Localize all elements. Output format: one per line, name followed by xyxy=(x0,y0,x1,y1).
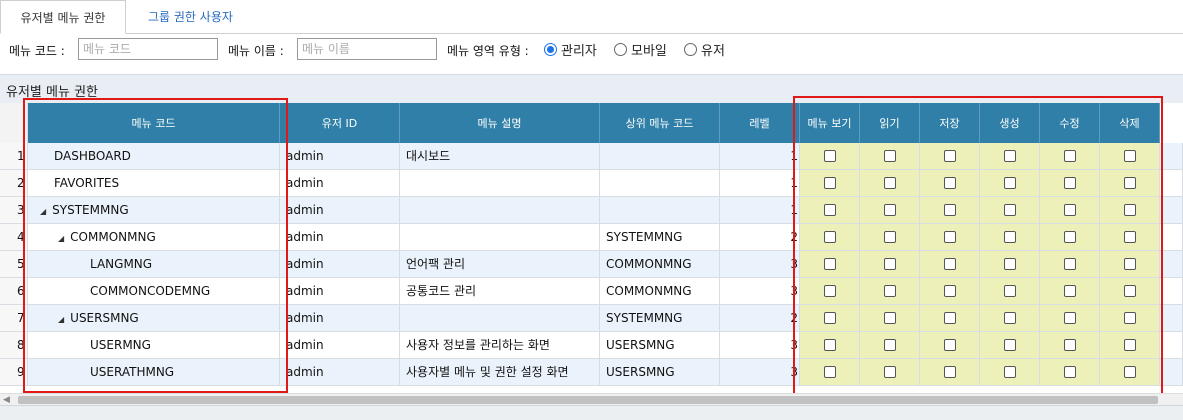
cell-parent-menu-code[interactable]: COMMONMNG xyxy=(600,278,720,305)
cell-level[interactable]: 3 xyxy=(720,278,800,305)
cell-menu-desc[interactable]: 사용자별 메뉴 및 권한 설정 화면 xyxy=(400,359,600,386)
cell-level[interactable]: 1 xyxy=(720,170,800,197)
cell-parent-menu-code[interactable]: USERSMNG xyxy=(600,332,720,359)
cell-menu-desc[interactable]: 사용자 정보를 관리하는 화면 xyxy=(400,332,600,359)
radio-unselected-icon xyxy=(614,42,627,56)
cell-menu-desc[interactable]: 공통코드 관리 xyxy=(400,278,600,305)
menu-area-type-label: 메뉴 영역 유형 : xyxy=(447,44,529,58)
cell-level[interactable]: 2 xyxy=(720,224,800,251)
cell-menu-desc[interactable] xyxy=(400,197,600,224)
cell-parent-menu-code[interactable]: USERSMNG xyxy=(600,359,720,386)
cell-user-id[interactable]: admin xyxy=(280,359,400,386)
filter-bar: 메뉴 코드 : 메뉴 이름 : 메뉴 영역 유형 : 관리자 모바일 유저 xyxy=(0,36,1183,64)
filler-cell xyxy=(1160,305,1183,332)
cell-level[interactable]: 3 xyxy=(720,251,800,278)
radio-mobile-label: 모바일 xyxy=(631,43,667,59)
horizontal-scrollbar[interactable]: ◀ xyxy=(0,393,1183,405)
filler-cell xyxy=(1160,224,1183,251)
cell-parent-menu-code[interactable] xyxy=(600,170,720,197)
menu-code-label: 메뉴 코드 : xyxy=(9,44,65,58)
cell-level[interactable]: 1 xyxy=(720,197,800,224)
cell-level[interactable]: 3 xyxy=(720,332,800,359)
radio-selected-icon xyxy=(544,42,557,56)
radio-mobile[interactable]: 모바일 xyxy=(614,40,667,59)
cell-user-id[interactable]: admin xyxy=(280,251,400,278)
cell-menu-desc[interactable] xyxy=(400,305,600,332)
radio-admin[interactable]: 관리자 xyxy=(544,40,597,59)
cell-parent-menu-code[interactable] xyxy=(600,197,720,224)
radio-admin-label: 관리자 xyxy=(561,43,597,59)
tab-group-permission-users[interactable]: 그룹 권한 사용자 xyxy=(134,0,247,34)
tab-bar: 유저별 메뉴 권한 그룹 권한 사용자 xyxy=(0,0,1183,34)
filler-cell xyxy=(1160,143,1183,170)
scrollbar-thumb[interactable] xyxy=(18,396,1158,404)
filler-cell xyxy=(1160,278,1183,305)
cell-level[interactable]: 2 xyxy=(720,305,800,332)
radio-user-label: 유저 xyxy=(701,43,725,59)
filler-cell xyxy=(1160,197,1183,224)
cell-menu-desc[interactable]: 언어팩 관리 xyxy=(400,251,600,278)
filler-cell xyxy=(1160,251,1183,278)
menu-name-label: 메뉴 이름 : xyxy=(228,44,284,58)
cell-user-id[interactable]: admin xyxy=(280,170,400,197)
cell-user-id[interactable]: admin xyxy=(280,305,400,332)
cell-user-id[interactable]: admin xyxy=(280,332,400,359)
cell-parent-menu-code[interactable]: SYSTEMMNG xyxy=(600,305,720,332)
cell-menu-desc[interactable]: 대시보드 xyxy=(400,143,600,170)
column-header-level[interactable]: 레벨 xyxy=(720,103,800,143)
tab-user-menu-permission[interactable]: 유저별 메뉴 권한 xyxy=(0,0,126,34)
highlight-menu-code-column xyxy=(23,98,288,393)
cell-menu-desc[interactable] xyxy=(400,224,600,251)
filler-cell xyxy=(1160,359,1183,386)
menu-code-input[interactable] xyxy=(78,38,218,60)
user-menu-permission-screen: 유저별 메뉴 권한 그룹 권한 사용자 메뉴 코드 : 메뉴 이름 : 메뉴 영… xyxy=(0,0,1183,420)
cell-user-id[interactable]: admin xyxy=(280,143,400,170)
cell-level[interactable]: 1 xyxy=(720,143,800,170)
radio-unselected-icon xyxy=(684,42,697,56)
radio-user[interactable]: 유저 xyxy=(684,40,725,59)
cell-user-id[interactable]: admin xyxy=(280,224,400,251)
filler-cell xyxy=(1160,332,1183,359)
cell-level[interactable]: 3 xyxy=(720,359,800,386)
filler-cell xyxy=(1160,170,1183,197)
menu-name-input[interactable] xyxy=(297,38,437,60)
status-bar xyxy=(0,405,1183,420)
cell-user-id[interactable]: admin xyxy=(280,197,400,224)
column-header-user-id[interactable]: 유저 ID xyxy=(280,103,400,143)
cell-parent-menu-code[interactable] xyxy=(600,143,720,170)
cell-parent-menu-code[interactable]: SYSTEMMNG xyxy=(600,224,720,251)
cell-parent-menu-code[interactable]: COMMONMNG xyxy=(600,251,720,278)
cell-user-id[interactable]: admin xyxy=(280,278,400,305)
column-header-parent-menu-code[interactable]: 상위 메뉴 코드 xyxy=(600,103,720,143)
highlight-permission-columns xyxy=(793,96,1163,397)
column-header-menu-desc[interactable]: 메뉴 설명 xyxy=(400,103,600,143)
cell-menu-desc[interactable] xyxy=(400,170,600,197)
